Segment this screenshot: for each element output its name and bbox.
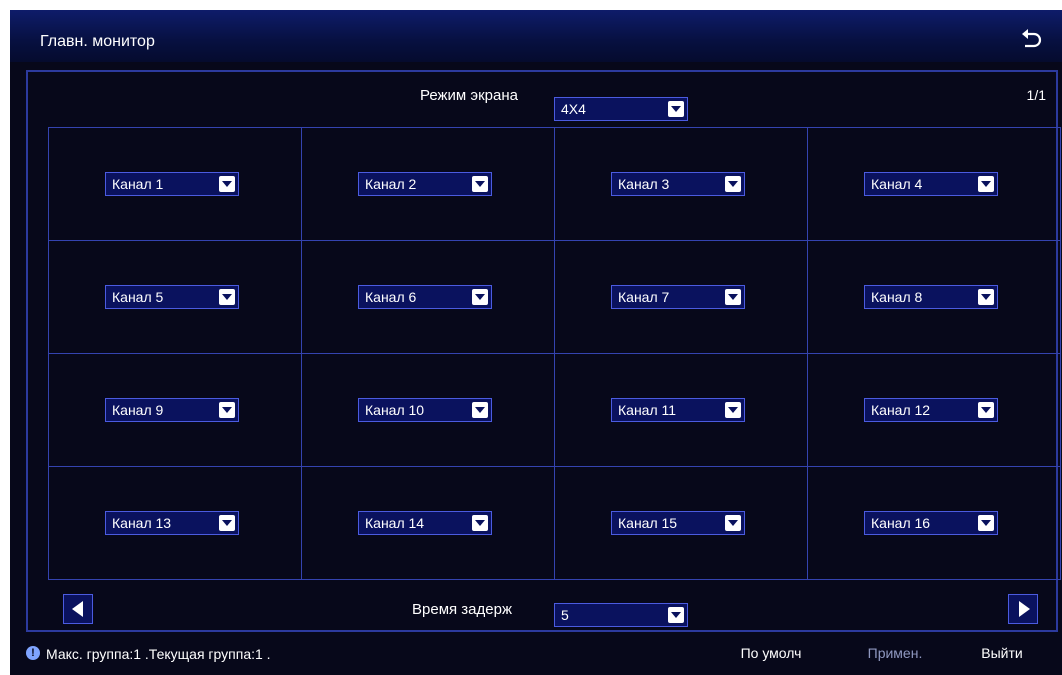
status-bar: ! Макс. группа:1 .Текущая группа:1 . По … (10, 636, 1062, 675)
dropdown-arrow-icon[interactable] (219, 176, 235, 192)
screen-mode-select[interactable]: 4X4 (554, 97, 688, 121)
channel-cell: Канал 10 (302, 354, 555, 467)
dropdown-arrow-icon[interactable] (725, 402, 741, 418)
channel-cell: Канал 8 (808, 241, 1061, 354)
channel-select[interactable]: Канал 16 (864, 511, 998, 535)
back-arrow-icon[interactable] (1018, 26, 1044, 52)
dropdown-arrow-icon[interactable] (472, 402, 488, 418)
dropdown-arrow-icon[interactable] (668, 101, 684, 117)
channel-select-value: Канал 12 (871, 402, 931, 418)
channel-select[interactable]: Канал 6 (358, 285, 492, 309)
dropdown-arrow-icon[interactable] (219, 402, 235, 418)
channel-select-value: Канал 10 (365, 402, 425, 418)
channel-select[interactable]: Канал 1 (105, 172, 239, 196)
delay-value: 5 (561, 607, 569, 623)
channel-select-value: Канал 2 (365, 176, 417, 192)
channel-cell: Канал 14 (302, 467, 555, 580)
channel-select[interactable]: Канал 9 (105, 398, 239, 422)
channel-select[interactable]: Канал 8 (864, 285, 998, 309)
channel-select[interactable]: Канал 3 (611, 172, 745, 196)
channel-cell: Канал 13 (49, 467, 302, 580)
left-triangle-icon (72, 601, 83, 617)
channel-select-value: Канал 5 (112, 289, 164, 305)
channel-select-value: Канал 1 (112, 176, 164, 192)
dropdown-arrow-icon[interactable] (978, 515, 994, 531)
channel-cell: Канал 9 (49, 354, 302, 467)
channel-select-value: Канал 16 (871, 515, 931, 531)
channel-select-value: Канал 3 (618, 176, 670, 192)
dropdown-arrow-icon[interactable] (725, 176, 741, 192)
channel-select[interactable]: Канал 15 (611, 511, 745, 535)
apply-button[interactable]: Примен. (858, 640, 932, 668)
screen-mode-row: Режим экрана 1/1 (28, 72, 1056, 118)
right-triangle-icon (1019, 601, 1030, 617)
channel-select-value: Канал 6 (365, 289, 417, 305)
screen-mode-label: Режим экрана (420, 87, 518, 104)
dropdown-arrow-icon[interactable] (978, 289, 994, 305)
main-panel: Режим экрана 1/1 4X4 Канал 1 Канал 2 Канал… (26, 70, 1061, 632)
dropdown-arrow-icon[interactable] (472, 289, 488, 305)
main-monitor-window: Главн. монитор Режим экрана 1/1 4X4 Кана… (10, 10, 1062, 675)
delay-row: Время задерж 5 (28, 582, 1056, 630)
channel-select[interactable]: Канал 14 (358, 511, 492, 535)
channel-select[interactable]: Канал 10 (358, 398, 492, 422)
channel-select-value: Канал 15 (618, 515, 678, 531)
prev-page-button[interactable] (63, 594, 93, 624)
page-indicator: 1/1 (1026, 87, 1046, 103)
channel-select-value: Канал 9 (112, 402, 164, 418)
channel-select-value: Канал 14 (365, 515, 425, 531)
channel-cell: Канал 7 (555, 241, 808, 354)
status-text: Макс. группа:1 .Текущая группа:1 . (46, 646, 271, 662)
dropdown-arrow-icon[interactable] (725, 289, 741, 305)
dropdown-arrow-icon[interactable] (219, 515, 235, 531)
channel-select-value: Канал 7 (618, 289, 670, 305)
channel-select[interactable]: Канал 5 (105, 285, 239, 309)
channel-select[interactable]: Канал 7 (611, 285, 745, 309)
window-title: Главн. монитор (40, 33, 155, 50)
title-bar: Главн. монитор (10, 10, 1062, 62)
dropdown-arrow-icon[interactable] (668, 607, 684, 623)
default-button[interactable]: По умолч (734, 640, 808, 668)
channel-cell: Канал 4 (808, 128, 1061, 241)
dropdown-arrow-icon[interactable] (219, 289, 235, 305)
exit-button[interactable]: Выйти (966, 640, 1038, 668)
channel-grid: Канал 1 Канал 2 Канал 3 Канал 4 Канал 5 Канал… (48, 127, 1061, 580)
dropdown-arrow-icon[interactable] (472, 176, 488, 192)
channel-select-value: Канал 8 (871, 289, 923, 305)
screen-mode-value: 4X4 (561, 101, 586, 117)
channel-cell: Канал 2 (302, 128, 555, 241)
channel-cell: Канал 1 (49, 128, 302, 241)
channel-select[interactable]: Канал 13 (105, 511, 239, 535)
dropdown-arrow-icon[interactable] (978, 176, 994, 192)
channel-select[interactable]: Канал 11 (611, 398, 745, 422)
channel-select-value: Канал 13 (112, 515, 172, 531)
channel-select-value: Канал 4 (871, 176, 923, 192)
channel-cell: Канал 12 (808, 354, 1061, 467)
info-icon: ! (26, 646, 40, 660)
channel-cell: Канал 3 (555, 128, 808, 241)
channel-cell: Канал 6 (302, 241, 555, 354)
channel-select[interactable]: Канал 12 (864, 398, 998, 422)
channel-cell: Канал 15 (555, 467, 808, 580)
channel-select-value: Канал 11 (618, 402, 677, 418)
dropdown-arrow-icon[interactable] (725, 515, 741, 531)
delay-label: Время задерж (412, 601, 512, 618)
channel-cell: Канал 5 (49, 241, 302, 354)
channel-cell: Канал 16 (808, 467, 1061, 580)
channel-select[interactable]: Канал 2 (358, 172, 492, 196)
dropdown-arrow-icon[interactable] (472, 515, 488, 531)
channel-cell: Канал 11 (555, 354, 808, 467)
next-page-button[interactable] (1008, 594, 1038, 624)
channel-select[interactable]: Канал 4 (864, 172, 998, 196)
dropdown-arrow-icon[interactable] (978, 402, 994, 418)
delay-select[interactable]: 5 (554, 603, 688, 627)
